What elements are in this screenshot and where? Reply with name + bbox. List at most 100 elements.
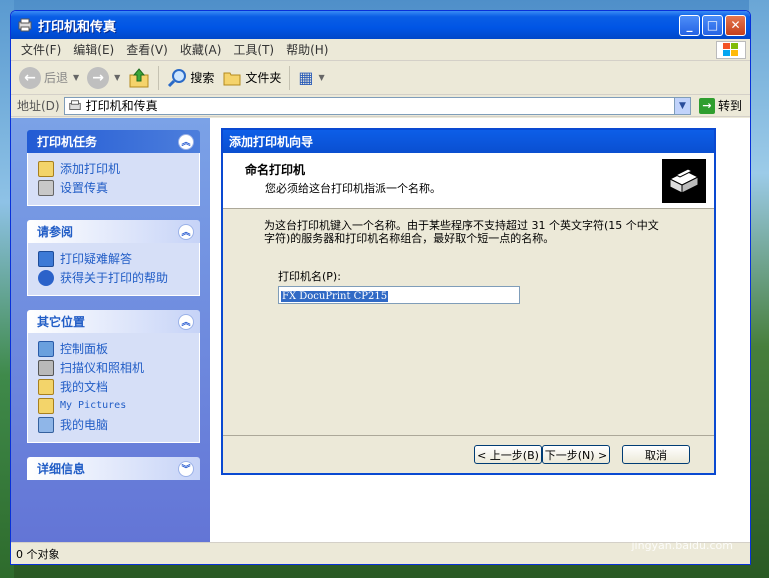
up-button[interactable] [124,64,154,92]
printer-name-input[interactable]: FX DocuPrint CP215 [278,286,520,304]
desktop-background-right [749,0,769,578]
wizard-title: 添加打印机向导 [229,135,314,149]
my-documents-link[interactable]: 我的文档 [38,377,189,396]
next-step-button[interactable]: 下一步(N) > [542,445,610,464]
back-step-button[interactable]: < 上一步(B) [474,445,542,464]
folders-label: 文件夹 [245,71,282,85]
chevron-down-icon: ▼ [114,73,121,82]
search-button[interactable]: 搜索 [163,64,218,92]
other-places-panel: 其它位置 ︽ 控制面板 扫描仪和照相机 我的文档 My Pictures 我的电… [27,310,200,443]
wizard-body: 为这台打印机键入一个名称。由于某些程序不支持超过 31 个英文字符(15 个中文… [223,209,714,304]
printer-icon [662,159,706,203]
add-printer-link[interactable]: 添加打印机 [38,159,189,178]
forward-arrow-icon: → [87,66,110,89]
scanners-cameras-link[interactable]: 扫描仪和照相机 [38,358,189,377]
printing-help-label: 获得关于打印的帮助 [60,271,169,285]
menu-bar: 文件(F) 编辑(E) 查看(V) 收藏(A) 工具(T) 帮助(H) [11,39,750,61]
wizard-heading: 命名打印机 [245,163,306,177]
see-also-header[interactable]: 请参阅 ︽ [27,220,200,243]
back-label: 后退 [44,71,69,85]
explorer-window: 打印机和传真 _ □ ✕ 文件(F) 编辑(E) 查看(V) 收藏(A) 工具(… [10,10,751,565]
address-value: 打印机和传真 [85,99,158,113]
windows-logo-icon [716,41,746,59]
status-text: 0 个对象 [16,547,60,561]
watermark-url: jingyan.baidu.com [631,539,733,552]
menu-tools[interactable]: 工具(T) [227,41,280,58]
help-icon [38,269,54,286]
see-also-title: 请参阅 [37,225,74,239]
toolbar: ← 后退 ▼ → ▼ 搜索 文件夹 ▦ ▼ [11,61,750,95]
watermark-brand: Baidu 经验 [599,510,733,538]
printer-folder-icon [68,99,81,110]
baidu-watermark: Baidu 经验 jingyan.baidu.com [600,504,733,552]
address-field[interactable]: 打印机和传真 ▼ [63,96,691,115]
go-label: 转到 [717,99,742,113]
add-printer-wizard: 添加打印机向导 命名打印机 您必须给这台打印机指派一个名称。 为这台打印机键入一… [221,128,716,475]
add-printer-icon [38,160,54,177]
control-panel-icon [38,340,54,357]
scanners-cameras-label: 扫描仪和照相机 [60,361,145,375]
my-computer-link[interactable]: 我的电脑 [38,415,189,434]
expand-icon[interactable]: ︾ [178,460,194,477]
control-panel-link[interactable]: 控制面板 [38,339,189,358]
printing-help-link[interactable]: 获得关于打印的帮助 [38,268,189,287]
my-documents-label: 我的文档 [60,380,109,394]
other-places-title: 其它位置 [37,315,86,329]
go-arrow-icon: → [698,97,715,114]
printing-troubleshooter-link[interactable]: 打印疑难解答 [38,249,189,268]
folder-up-icon [129,67,149,87]
printer-tasks-title: 打印机任务 [37,135,98,149]
setup-fax-link[interactable]: 设置传真 [38,178,189,197]
pictures-folder-icon [38,397,54,414]
go-button[interactable]: → 转到 [691,97,750,114]
help-book-icon [38,250,54,267]
setup-fax-label: 设置传真 [60,181,109,195]
wizard-footer: < 上一步(B) 下一步(N) > 取消 [223,435,714,473]
minimize-button[interactable]: _ [679,14,700,36]
printer-tasks-header[interactable]: 打印机任务 ︽ [27,130,200,153]
collapse-icon[interactable]: ︽ [178,133,194,150]
back-button[interactable]: ← 后退 ▼ [15,64,83,92]
forward-button[interactable]: → ▼ [83,64,124,92]
add-printer-label: 添加打印机 [60,162,121,176]
details-header[interactable]: 详细信息 ︾ [27,457,200,480]
menu-favorites[interactable]: 收藏(A) [174,41,228,58]
fax-icon [38,179,54,196]
menu-view[interactable]: 查看(V) [120,41,174,58]
title-bar[interactable]: 打印机和传真 _ □ ✕ [11,11,750,39]
chevron-down-icon: ▼ [318,73,325,82]
menu-edit[interactable]: 编辑(E) [67,41,120,58]
documents-folder-icon [38,378,54,395]
collapse-icon[interactable]: ︽ [178,223,194,240]
menu-help[interactable]: 帮助(H) [280,41,334,58]
folders-button[interactable]: 文件夹 [218,64,285,92]
collapse-icon[interactable]: ︽ [178,313,194,330]
address-bar: 地址(D) 打印机和传真 ▼ → 转到 [11,95,750,117]
printer-name-label: 打印机名(P): [278,270,341,283]
chevron-down-icon: ▼ [73,73,80,82]
main-content: 打印机任务 ︽ 添加打印机 设置传真 请参阅 ︽ 打印疑难解答 获得关于打印的帮… [11,118,750,542]
see-also-panel: 请参阅 ︽ 打印疑难解答 获得关于打印的帮助 [27,220,200,296]
views-button[interactable]: ▦ ▼ [294,64,328,92]
window-title: 打印机和传真 [38,19,117,35]
wizard-header: 命名打印机 您必须给这台打印机指派一个名称。 [223,153,714,209]
cancel-button[interactable]: 取消 [622,445,690,464]
other-places-header[interactable]: 其它位置 ︽ [27,310,200,333]
menu-file[interactable]: 文件(F) [15,41,67,58]
details-title: 详细信息 [37,462,86,476]
views-icon: ▦ [298,68,314,87]
printer-tasks-panel: 打印机任务 ︽ 添加打印机 设置传真 [27,130,200,206]
back-arrow-icon: ← [19,66,41,89]
printing-troubleshooter-label: 打印疑难解答 [60,252,133,266]
my-pictures-link[interactable]: My Pictures [38,396,189,415]
printer-folder-icon [18,18,32,32]
wizard-title-bar[interactable]: 添加打印机向导 [223,130,714,153]
scanner-icon [38,359,54,376]
search-label: 搜索 [190,71,215,85]
printer-name-value: FX DocuPrint CP215 [281,291,389,302]
close-button[interactable]: ✕ [725,14,746,36]
maximize-button[interactable]: □ [702,14,723,36]
address-dropdown-icon[interactable]: ▼ [673,97,690,114]
computer-icon [38,416,54,433]
my-pictures-label: My Pictures [60,400,127,411]
